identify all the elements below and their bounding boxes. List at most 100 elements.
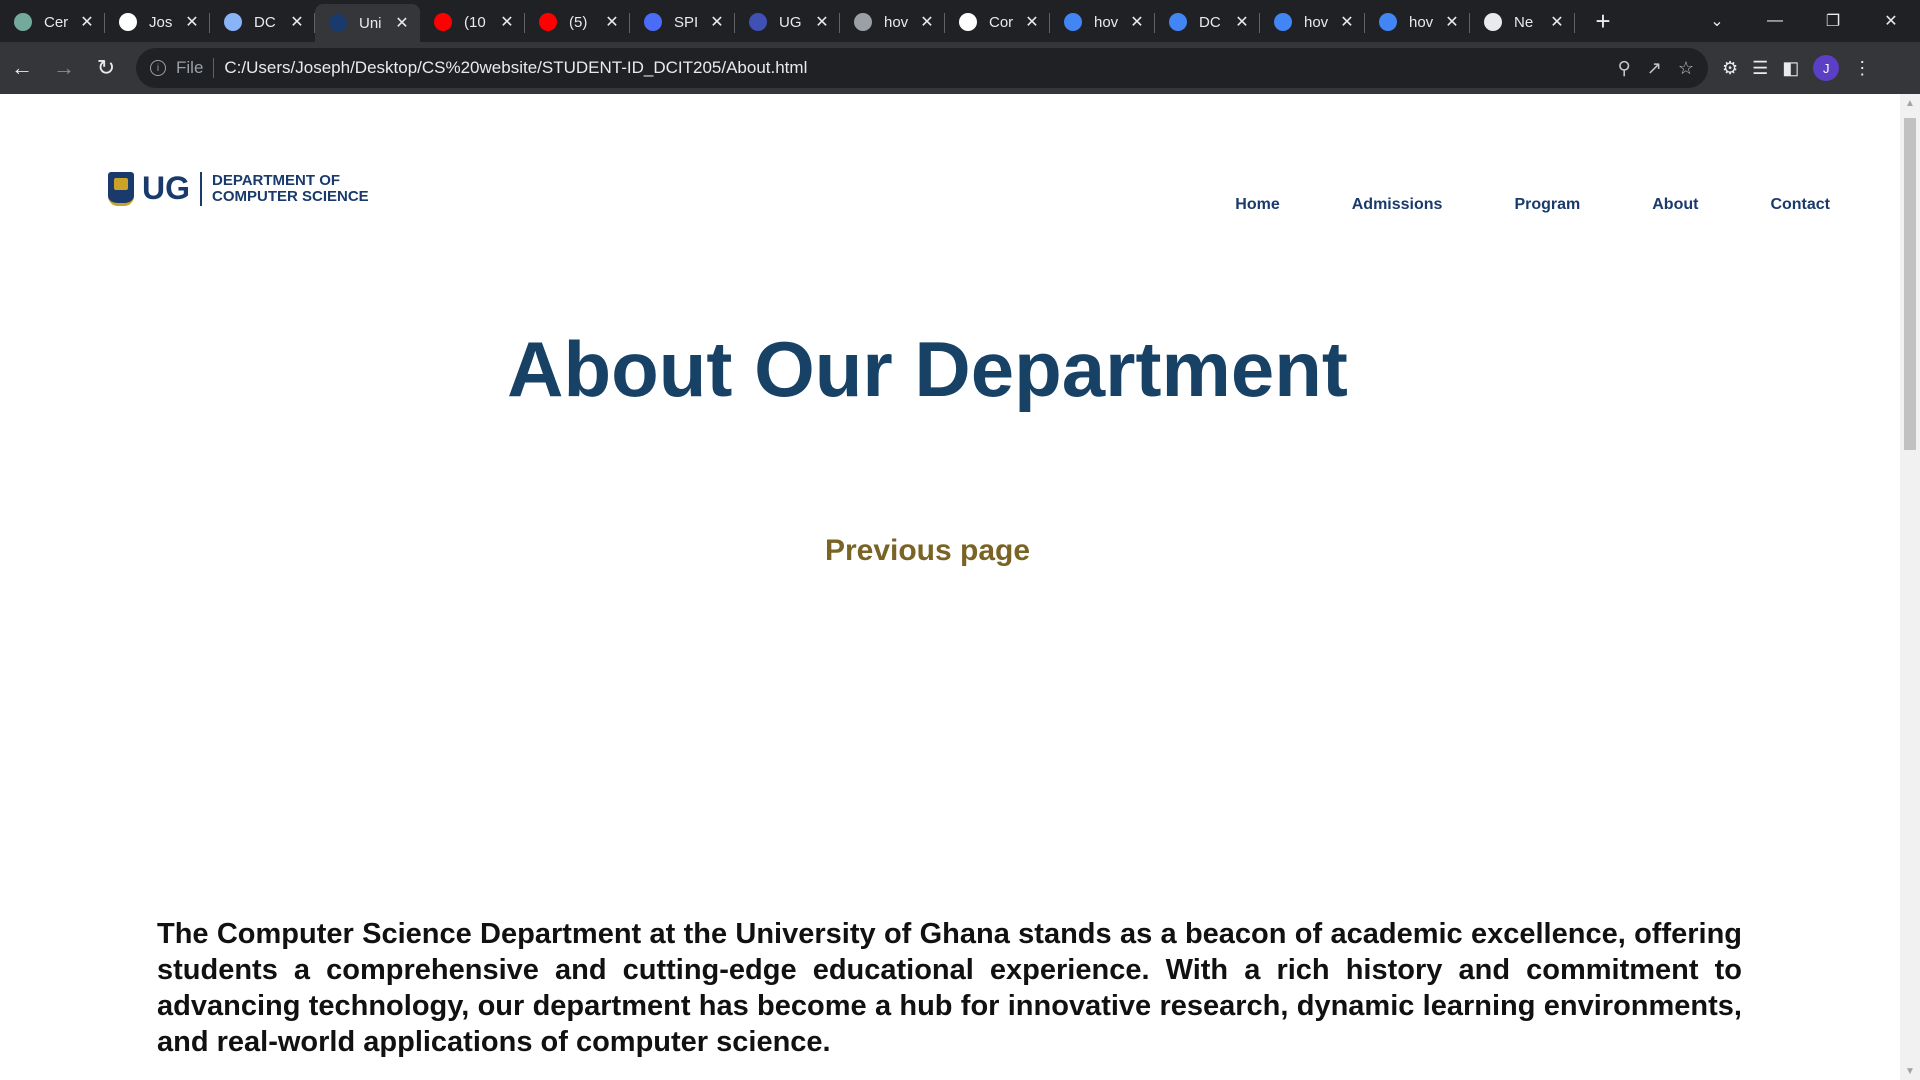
ug-crest-icon bbox=[108, 171, 134, 206]
tab-close-icon[interactable]: ✕ bbox=[289, 12, 305, 32]
browser-toolbar: ← → ↻ i File C:/Users/Joseph/Desktop/CS%… bbox=[0, 42, 1920, 94]
globe-icon bbox=[224, 13, 242, 31]
tab-title: Uni bbox=[359, 14, 382, 32]
tab-close-icon[interactable]: ✕ bbox=[919, 12, 935, 32]
page-title: About Our Department bbox=[507, 325, 1348, 413]
github-icon bbox=[959, 13, 977, 31]
tab-title: Jos bbox=[149, 13, 173, 31]
toolbar-right: ⚙ ☰ ◧ J ⋮ bbox=[1722, 55, 1871, 81]
browser-tab[interactable]: hov ✕ bbox=[1365, 4, 1470, 40]
minimize-icon[interactable]: — bbox=[1746, 0, 1804, 42]
url-scheme-label: File bbox=[176, 58, 204, 77]
main-nav: Home Admissions Program About Contact bbox=[1235, 196, 1830, 214]
tab-close-icon[interactable]: ✕ bbox=[394, 13, 410, 33]
back-icon[interactable]: ← bbox=[2, 48, 42, 88]
logo-line-2: COMPUTER SCIENCE bbox=[212, 187, 369, 205]
browser-tab[interactable]: Jos ✕ bbox=[105, 4, 210, 40]
close-window-icon[interactable]: ✕ bbox=[1862, 0, 1920, 42]
youtube-icon bbox=[539, 13, 557, 31]
nav-admissions[interactable]: Admissions bbox=[1352, 196, 1443, 214]
media-control-icon[interactable]: ☰ bbox=[1752, 58, 1768, 79]
tab-close-icon[interactable]: ✕ bbox=[499, 12, 515, 32]
logo-divider bbox=[200, 171, 202, 206]
tab-close-icon[interactable]: ✕ bbox=[184, 12, 200, 32]
reload-icon[interactable]: ↻ bbox=[86, 48, 126, 88]
browser-tab[interactable]: hov ✕ bbox=[1050, 4, 1155, 40]
tab-close-icon[interactable]: ✕ bbox=[79, 12, 95, 32]
tab-title: (10 bbox=[464, 13, 486, 31]
forward-icon[interactable]: → bbox=[44, 48, 84, 88]
restore-icon[interactable]: ❐ bbox=[1804, 0, 1862, 42]
nav-contact[interactable]: Contact bbox=[1770, 196, 1830, 214]
tab-search-icon[interactable]: ⌄ bbox=[1688, 0, 1746, 42]
tab-title: hov bbox=[1409, 13, 1434, 31]
tab-title: DC bbox=[1199, 13, 1221, 31]
tab-title: hov bbox=[1304, 13, 1329, 31]
share-icon[interactable]: ↗ bbox=[1647, 58, 1662, 79]
browser-tab[interactable]: DC ✕ bbox=[1155, 4, 1260, 40]
tab-close-icon[interactable]: ✕ bbox=[1234, 12, 1250, 32]
browser-tab[interactable]: (10 ✕ bbox=[420, 4, 525, 40]
chatgpt-icon bbox=[14, 13, 32, 31]
vertical-scrollbar[interactable]: ▲ ▼ bbox=[1900, 94, 1920, 1080]
tab-close-icon[interactable]: ✕ bbox=[1444, 12, 1460, 32]
scroll-up-icon[interactable]: ▲ bbox=[1900, 94, 1920, 112]
scroll-down-icon[interactable]: ▼ bbox=[1900, 1062, 1920, 1080]
google-icon bbox=[1274, 13, 1292, 31]
tab-close-icon[interactable]: ✕ bbox=[1024, 12, 1040, 32]
logo-mark: UG bbox=[142, 170, 190, 206]
window-controls: ⌄ — ❐ ✕ bbox=[1688, 0, 1920, 42]
google-icon bbox=[1064, 13, 1082, 31]
department-intro: The Computer Science Department at the U… bbox=[157, 918, 1742, 1058]
tab-close-icon[interactable]: ✕ bbox=[604, 12, 620, 32]
nav-program[interactable]: Program bbox=[1514, 196, 1580, 214]
browser-tab[interactable]: Uni ✕ bbox=[315, 4, 420, 42]
browser-tab[interactable]: Cer ✕ bbox=[0, 4, 105, 40]
tab-title: Ne bbox=[1514, 13, 1534, 31]
tab-title: DC bbox=[254, 13, 276, 31]
nav-about[interactable]: About bbox=[1652, 196, 1698, 214]
browser-tab[interactable]: Ne ✕ bbox=[1470, 4, 1575, 40]
tab-title: UG bbox=[779, 13, 802, 31]
ug-crest-icon bbox=[329, 14, 347, 32]
browser-tab[interactable]: DC ✕ bbox=[210, 4, 315, 40]
site-icon bbox=[644, 13, 662, 31]
browser-tab[interactable]: SPI ✕ bbox=[630, 4, 735, 40]
site-header: UG DEPARTMENT OF COMPUTER SCIENCE Home A… bbox=[0, 94, 1900, 224]
logo-line-1: DEPARTMENT OF bbox=[212, 171, 341, 189]
profile-avatar[interactable]: J bbox=[1813, 55, 1840, 81]
nav-home[interactable]: Home bbox=[1235, 196, 1279, 214]
tab-title: Cor bbox=[989, 13, 1014, 31]
tab-close-icon[interactable]: ✕ bbox=[1339, 12, 1355, 32]
tab-close-icon[interactable]: ✕ bbox=[1129, 12, 1145, 32]
tab-title: (5) bbox=[569, 13, 588, 31]
tab-close-icon[interactable]: ✕ bbox=[709, 12, 725, 32]
side-panel-icon[interactable]: ◧ bbox=[1782, 58, 1799, 79]
tab-close-icon[interactable]: ✕ bbox=[814, 12, 830, 32]
browser-tab[interactable]: UG ✕ bbox=[735, 4, 840, 40]
tab-list: Cer ✕ Jos ✕ DC ✕ Uni ✕ (10 ✕ (5) ✕ SPI ✕ UG ✕ hov ✕ Cor ✕ ho… bbox=[0, 0, 1575, 42]
browser-tab[interactable]: Cor ✕ bbox=[945, 4, 1050, 40]
logo-text: DEPARTMENT OF COMPUTER SCIENCE bbox=[212, 171, 369, 205]
zoom-icon[interactable]: ⚲ bbox=[1618, 58, 1631, 79]
address-bar[interactable]: i File C:/Users/Joseph/Desktop/CS%20webs… bbox=[136, 48, 1708, 88]
tab-title: hov bbox=[884, 13, 909, 31]
tab-title: Cer bbox=[44, 13, 69, 31]
department-logo[interactable]: UG DEPARTMENT OF COMPUTER SCIENCE bbox=[108, 170, 369, 207]
menu-kebab-icon[interactable]: ⋮ bbox=[1853, 58, 1871, 79]
tab-close-icon[interactable]: ✕ bbox=[1549, 12, 1565, 32]
extensions-icon[interactable]: ⚙ bbox=[1722, 58, 1738, 79]
docs-icon bbox=[1169, 13, 1187, 31]
url-text[interactable]: C:/Users/Joseph/Desktop/CS%20website/STU… bbox=[224, 58, 1617, 78]
site-info-icon[interactable]: i bbox=[150, 60, 166, 76]
chatgpt-icon bbox=[854, 13, 872, 31]
tab-title: hov bbox=[1094, 13, 1119, 31]
browser-tab[interactable]: hov ✕ bbox=[840, 4, 945, 40]
browser-tab[interactable]: hov ✕ bbox=[1260, 4, 1365, 40]
tab-strip: Cer ✕ Jos ✕ DC ✕ Uni ✕ (10 ✕ (5) ✕ SPI ✕ UG ✕ hov ✕ Cor ✕ ho… bbox=[0, 0, 1920, 42]
new-tab-button[interactable]: + bbox=[1581, 3, 1625, 39]
previous-page-link[interactable]: Previous page bbox=[0, 534, 1855, 568]
bookmark-star-icon[interactable]: ☆ bbox=[1678, 58, 1694, 79]
scroll-thumb[interactable] bbox=[1904, 118, 1916, 450]
browser-tab[interactable]: (5) ✕ bbox=[525, 4, 630, 40]
